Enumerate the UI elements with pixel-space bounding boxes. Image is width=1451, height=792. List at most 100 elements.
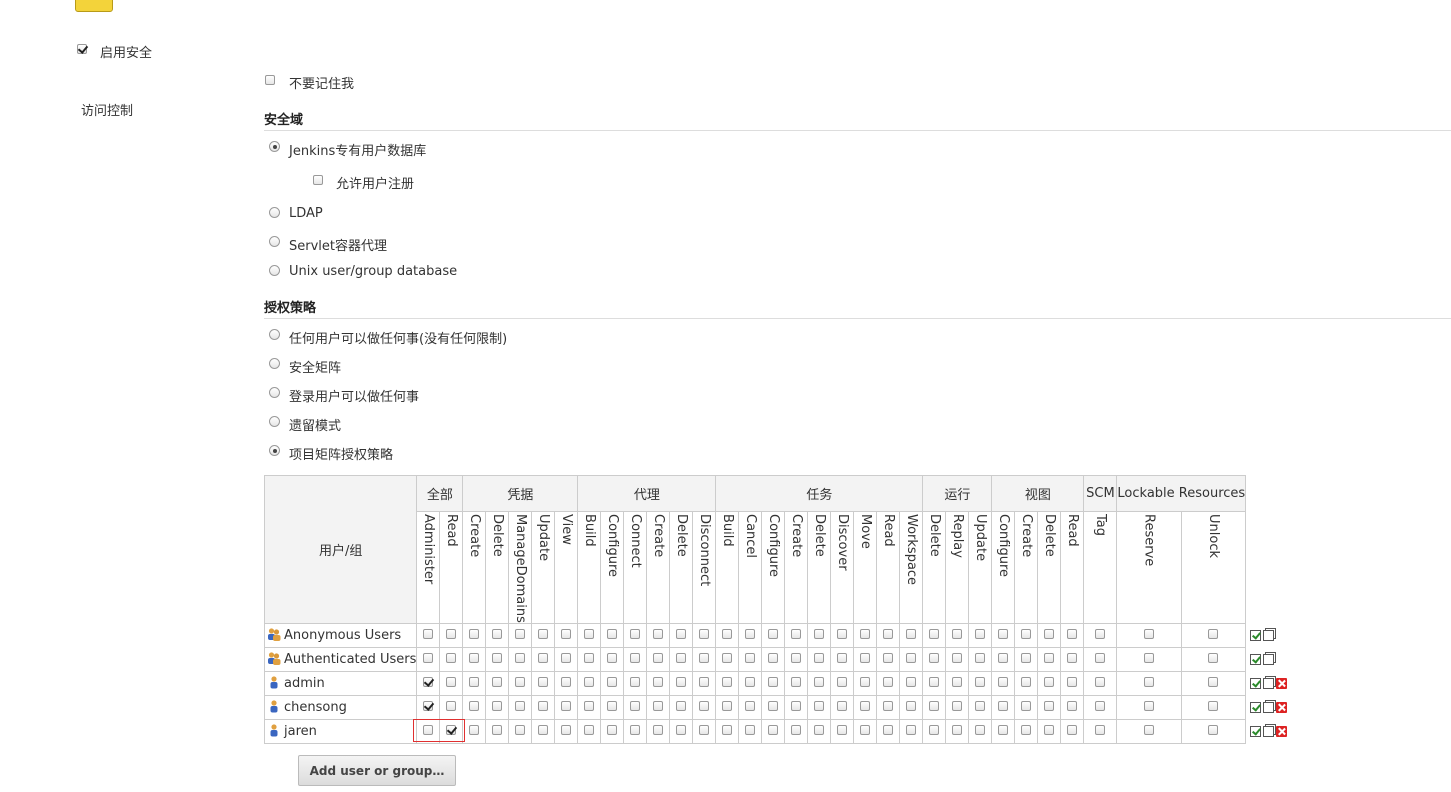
permission-checkbox[interactable] <box>653 652 664 663</box>
select-all-icon[interactable] <box>1250 701 1262 713</box>
permission-checkbox[interactable] <box>906 628 917 639</box>
permission-checkbox[interactable] <box>676 652 687 663</box>
permission-checkbox[interactable] <box>1021 652 1032 663</box>
permission-checkbox[interactable] <box>561 724 572 735</box>
permission-checkbox[interactable] <box>837 652 848 663</box>
permission-checkbox[interactable] <box>446 700 457 711</box>
permission-checkbox[interactable] <box>699 628 710 639</box>
permission-checkbox[interactable] <box>607 724 618 735</box>
no-remember-me-check[interactable] <box>265 75 275 85</box>
permission-checkbox[interactable] <box>653 700 664 711</box>
permission-checkbox[interactable] <box>446 652 457 663</box>
permission-checkbox[interactable] <box>998 676 1009 687</box>
permission-checkbox[interactable] <box>469 724 480 735</box>
permission-checkbox[interactable] <box>515 724 526 735</box>
permission-checkbox[interactable] <box>423 676 434 687</box>
select-all-icon[interactable] <box>1250 677 1262 689</box>
permission-checkbox[interactable] <box>492 628 503 639</box>
permission-checkbox[interactable] <box>883 724 894 735</box>
permission-checkbox[interactable] <box>791 724 802 735</box>
permission-checkbox[interactable] <box>1067 700 1078 711</box>
permission-checkbox[interactable] <box>814 652 825 663</box>
permission-checkbox[interactable] <box>1208 700 1219 711</box>
permission-checkbox[interactable] <box>699 676 710 687</box>
permission-checkbox[interactable] <box>860 700 871 711</box>
permission-checkbox[interactable] <box>1208 676 1219 687</box>
permission-checkbox[interactable] <box>446 628 457 639</box>
permission-checkbox[interactable] <box>699 700 710 711</box>
permission-checkbox[interactable] <box>1144 700 1155 711</box>
permission-checkbox[interactable] <box>791 700 802 711</box>
permission-checkbox[interactable] <box>745 700 756 711</box>
permission-checkbox[interactable] <box>630 676 641 687</box>
permission-checkbox[interactable] <box>1095 700 1106 711</box>
permission-checkbox[interactable] <box>1067 676 1078 687</box>
permission-checkbox[interactable] <box>814 628 825 639</box>
permission-checkbox[interactable] <box>1044 676 1055 687</box>
permission-checkbox[interactable] <box>1208 628 1219 639</box>
permission-checkbox[interactable] <box>584 700 595 711</box>
radio-button[interactable] <box>269 265 280 280</box>
radio-button[interactable] <box>269 141 280 156</box>
permission-checkbox[interactable] <box>423 700 434 711</box>
permission-checkbox[interactable] <box>630 724 641 735</box>
permission-checkbox[interactable] <box>699 652 710 663</box>
permission-checkbox[interactable] <box>906 724 917 735</box>
permission-checkbox[interactable] <box>998 628 1009 639</box>
permission-checkbox[interactable] <box>584 652 595 663</box>
permission-checkbox[interactable] <box>492 700 503 711</box>
permission-checkbox[interactable] <box>515 628 526 639</box>
permission-checkbox[interactable] <box>699 724 710 735</box>
permission-checkbox[interactable] <box>1208 652 1219 663</box>
permission-checkbox[interactable] <box>423 628 434 639</box>
permission-checkbox[interactable] <box>423 652 434 663</box>
permission-checkbox[interactable] <box>837 676 848 687</box>
permission-checkbox[interactable] <box>1208 724 1219 735</box>
permission-checkbox[interactable] <box>1021 700 1032 711</box>
permission-checkbox[interactable] <box>676 724 687 735</box>
permission-checkbox[interactable] <box>745 676 756 687</box>
permission-checkbox[interactable] <box>1021 676 1032 687</box>
permission-checkbox[interactable] <box>584 724 595 735</box>
permission-checkbox[interactable] <box>837 628 848 639</box>
permission-checkbox[interactable] <box>975 628 986 639</box>
permission-checkbox[interactable] <box>1044 652 1055 663</box>
permission-checkbox[interactable] <box>1021 628 1032 639</box>
permission-checkbox[interactable] <box>676 628 687 639</box>
permission-checkbox[interactable] <box>1067 652 1078 663</box>
permission-checkbox[interactable] <box>929 676 940 687</box>
permission-checkbox[interactable] <box>906 700 917 711</box>
allow-signup-check[interactable] <box>313 175 323 185</box>
permission-checkbox[interactable] <box>975 700 986 711</box>
permission-checkbox[interactable] <box>469 652 480 663</box>
permission-checkbox[interactable] <box>791 628 802 639</box>
no-remember-me-checkbox[interactable] <box>265 74 275 89</box>
permission-checkbox[interactable] <box>883 628 894 639</box>
permission-checkbox[interactable] <box>653 628 664 639</box>
permission-checkbox[interactable] <box>860 652 871 663</box>
permission-checkbox[interactable] <box>929 652 940 663</box>
permission-checkbox[interactable] <box>1095 652 1106 663</box>
permission-checkbox[interactable] <box>1095 628 1106 639</box>
permission-checkbox[interactable] <box>768 700 779 711</box>
permission-checkbox[interactable] <box>929 724 940 735</box>
permission-checkbox[interactable] <box>653 724 664 735</box>
permission-checkbox[interactable] <box>584 628 595 639</box>
permission-checkbox[interactable] <box>837 724 848 735</box>
permission-checkbox[interactable] <box>607 700 618 711</box>
permission-checkbox[interactable] <box>469 628 480 639</box>
unselect-all-icon[interactable] <box>1263 725 1275 737</box>
unselect-all-icon[interactable] <box>1263 629 1275 641</box>
permission-checkbox[interactable] <box>768 652 779 663</box>
permission-checkbox[interactable] <box>998 724 1009 735</box>
permission-checkbox[interactable] <box>561 700 572 711</box>
remove-icon[interactable] <box>1276 701 1288 713</box>
radio-button[interactable] <box>269 329 280 344</box>
permission-checkbox[interactable] <box>814 724 825 735</box>
permission-checkbox[interactable] <box>883 676 894 687</box>
permission-checkbox[interactable] <box>538 724 549 735</box>
permission-checkbox[interactable] <box>469 700 480 711</box>
radio-button[interactable] <box>269 207 280 222</box>
permission-checkbox[interactable] <box>492 652 503 663</box>
permission-checkbox[interactable] <box>883 652 894 663</box>
